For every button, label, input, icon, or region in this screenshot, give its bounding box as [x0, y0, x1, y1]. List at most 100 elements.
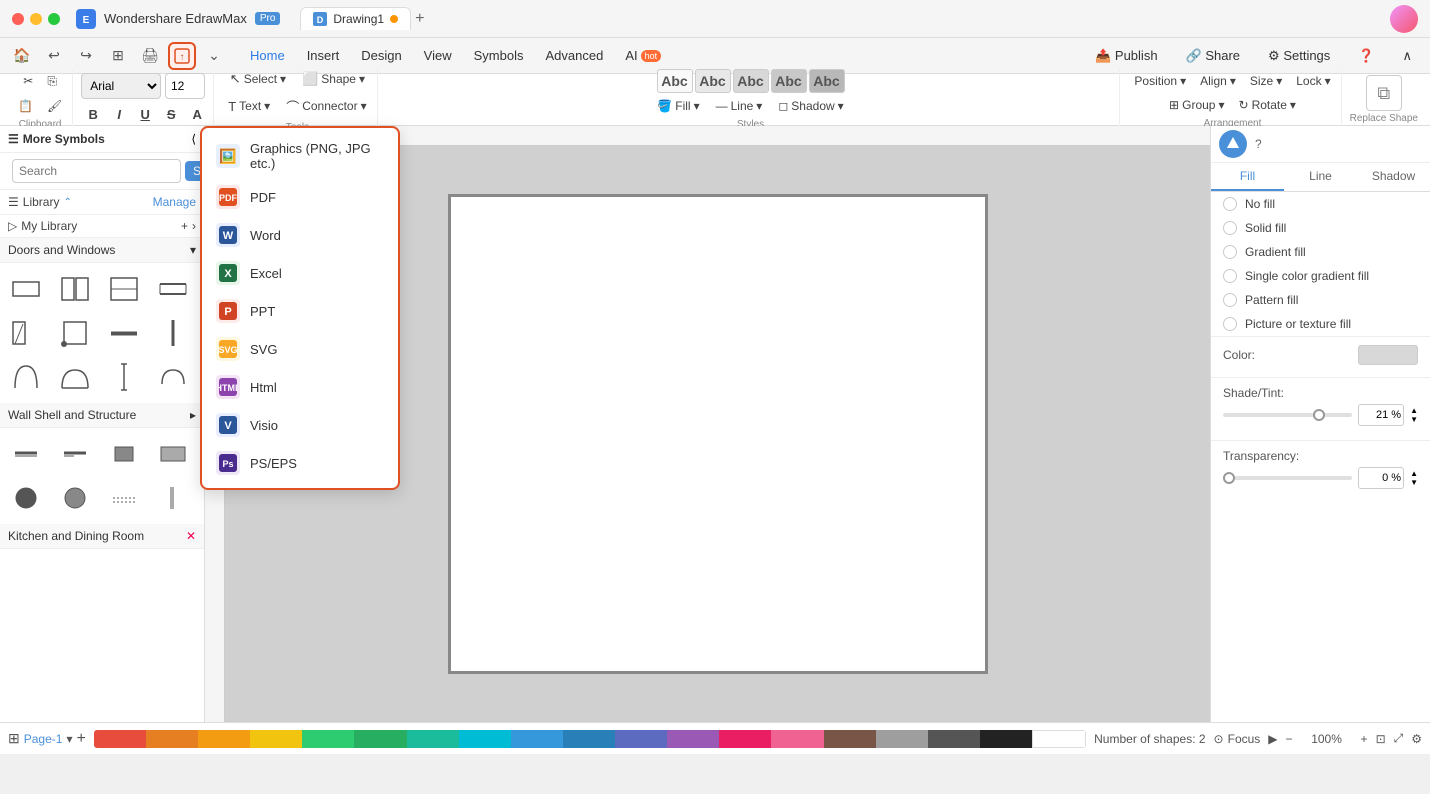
transparency-value-input[interactable]	[1358, 467, 1404, 489]
menu-symbols[interactable]: Symbols	[464, 44, 534, 67]
wall-shape-4[interactable]	[153, 434, 193, 474]
color-green[interactable]	[354, 730, 406, 748]
zoom-out-button[interactable]: −	[1286, 732, 1293, 746]
color-indigo[interactable]	[615, 730, 667, 748]
print-icon[interactable]: 🖨	[136, 42, 164, 70]
fill-option-gradient[interactable]: Gradient fill	[1211, 240, 1430, 264]
drawing-tab[interactable]: D Drawing1	[300, 7, 411, 30]
position-button[interactable]: Position▾	[1128, 70, 1192, 92]
abc-style-5[interactable]: Abc	[809, 69, 845, 93]
paste-button[interactable]: 📋	[12, 95, 39, 117]
shape-arch3[interactable]	[153, 357, 193, 397]
transparency-slider-thumb[interactable]	[1223, 472, 1235, 484]
shape-wall1[interactable]	[153, 313, 193, 353]
more-nav-icon[interactable]: ⌄	[200, 42, 228, 70]
home-nav-icon[interactable]: 🏠	[8, 42, 36, 70]
lock-button[interactable]: Lock▾	[1290, 70, 1336, 92]
color-pink[interactable]	[719, 730, 771, 748]
font-selector[interactable]: Arial	[81, 73, 161, 99]
color-black[interactable]	[980, 730, 1032, 748]
panel-collapse-button[interactable]: ⟨	[191, 132, 196, 146]
fill-button[interactable]: 🪣 Fill ▾	[651, 95, 705, 117]
color-blue[interactable]	[563, 730, 615, 748]
color-teal[interactable]	[407, 730, 459, 748]
transparency-up-icon[interactable]: ▲	[1410, 470, 1418, 478]
export-graphics-item[interactable]: 🖼️ Graphics (PNG, JPG etc.)	[202, 134, 398, 178]
font-size-input[interactable]	[165, 73, 205, 99]
color-swatch[interactable]	[1358, 345, 1418, 365]
shape-door3[interactable]	[6, 313, 46, 353]
collapse-arrow[interactable]: ⌃	[63, 197, 71, 208]
export-excel-item[interactable]: X Excel	[202, 254, 398, 292]
add-page-icon[interactable]: +	[76, 730, 85, 748]
export-visio-item[interactable]: V Visio	[202, 406, 398, 444]
settings-gear-icon[interactable]: ⚙	[1411, 732, 1422, 746]
publish-button[interactable]: 📤 Publish	[1085, 44, 1167, 68]
fit-page-button[interactable]: ⊡	[1376, 732, 1386, 746]
line-style-button[interactable]: — Line ▾	[710, 95, 769, 117]
color-brown[interactable]	[824, 730, 876, 748]
export-button[interactable]: ↑	[168, 42, 196, 70]
drawing-canvas[interactable]	[448, 194, 988, 674]
shape-rect1[interactable]	[6, 269, 46, 309]
bold-button[interactable]: B	[81, 103, 105, 127]
abc-style-4[interactable]: Abc	[771, 69, 807, 93]
color-orange[interactable]	[198, 730, 250, 748]
shade-slider-track[interactable]	[1223, 413, 1352, 417]
my-library-more-icon[interactable]: ›	[192, 219, 196, 233]
color-dark-gray[interactable]	[928, 730, 980, 748]
shade-down-icon[interactable]: ▼	[1410, 416, 1418, 424]
color-cyan[interactable]	[459, 730, 511, 748]
settings-button[interactable]: ⚙ Settings	[1258, 44, 1340, 68]
page-name[interactable]: Page-1	[24, 732, 63, 746]
abc-style-2[interactable]: Abc	[695, 69, 731, 93]
shape-arch1[interactable]	[6, 357, 46, 397]
menu-insert[interactable]: Insert	[297, 44, 350, 67]
export-ppt-item[interactable]: P PPT	[202, 292, 398, 330]
shape-arch2[interactable]	[55, 357, 95, 397]
replace-shape-icon[interactable]: ⧉	[1366, 75, 1402, 111]
color-red[interactable]	[94, 730, 146, 748]
group-button[interactable]: ⊞ Group▾	[1163, 94, 1230, 116]
wall-shape-8[interactable]	[153, 478, 193, 518]
underline-button[interactable]: U	[133, 103, 157, 127]
redo-icon[interactable]: ↪	[72, 42, 100, 70]
fill-option-picture[interactable]: Picture or texture fill	[1211, 312, 1430, 336]
export-svg-item[interactable]: SVG SVG	[202, 330, 398, 368]
bottom-grid-icon[interactable]: ⊞	[8, 730, 20, 747]
text-button[interactable]: T Text ▾	[222, 95, 276, 118]
minimize-button[interactable]	[30, 13, 42, 25]
search-input[interactable]	[12, 159, 181, 183]
strikethrough-button[interactable]: S	[159, 103, 183, 127]
add-tab-button[interactable]: +	[415, 10, 424, 28]
fill-option-no-fill[interactable]: No fill	[1211, 192, 1430, 216]
select-button[interactable]: ↖ Select ▾	[224, 67, 292, 91]
section-wall-shell[interactable]: Wall Shell and Structure ▸	[0, 403, 204, 428]
fullscreen-button[interactable]: ⤢	[1394, 731, 1404, 746]
color-white[interactable]	[1032, 730, 1086, 748]
rotate-button[interactable]: ↻ Rotate▾	[1233, 94, 1302, 116]
color-orange-red[interactable]	[146, 730, 198, 748]
fill-option-single-gradient[interactable]: Single color gradient fill	[1211, 264, 1430, 288]
view-icon[interactable]: ⊞	[104, 42, 132, 70]
shape-door2[interactable]	[104, 269, 144, 309]
share-button[interactable]: 🔗 Share	[1176, 44, 1251, 68]
tab-line[interactable]: Line	[1284, 163, 1357, 191]
shadow-button[interactable]: ◻ Shadow ▾	[772, 95, 849, 117]
color-purple[interactable]	[667, 730, 719, 748]
tab-shadow[interactable]: Shadow	[1357, 163, 1430, 191]
maximize-button[interactable]	[48, 13, 60, 25]
manage-label[interactable]: Manage	[153, 195, 196, 209]
shape-window1[interactable]	[153, 269, 193, 309]
cut-button[interactable]: ✂	[17, 70, 39, 93]
panel-help-icon[interactable]: ?	[1255, 137, 1262, 151]
fill-option-solid[interactable]: Solid fill	[1211, 216, 1430, 240]
shape-line1[interactable]	[104, 357, 144, 397]
menu-ai[interactable]: AI hot	[615, 44, 671, 67]
wall-shape-7[interactable]	[104, 478, 144, 518]
copy-button[interactable]: ⎘	[41, 70, 63, 93]
align-button[interactable]: Align▾	[1194, 70, 1242, 92]
fill-option-pattern[interactable]: Pattern fill	[1211, 288, 1430, 312]
focus-button[interactable]: ⊙ Focus	[1214, 732, 1261, 746]
menu-design[interactable]: Design	[351, 44, 411, 67]
